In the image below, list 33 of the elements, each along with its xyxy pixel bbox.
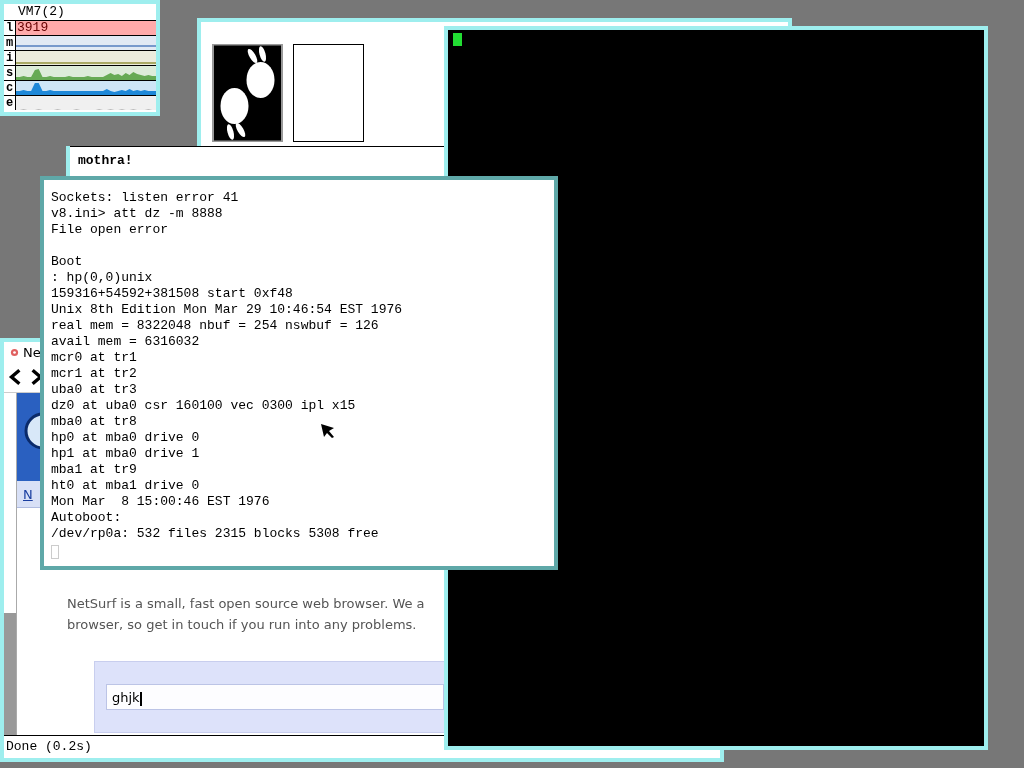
text-cursor xyxy=(453,33,462,46)
console-line: mba1 at tr9 xyxy=(51,462,137,478)
reading-value: 3919 xyxy=(17,21,49,35)
scrollbar[interactable] xyxy=(4,393,17,735)
console-line: Autoboot: xyxy=(51,510,122,526)
text-cursor xyxy=(51,545,59,559)
console-line: hp1 at mba0 drive 1 xyxy=(51,446,200,462)
console-line: mba0 at tr8 xyxy=(51,414,137,430)
console-line: File open error xyxy=(51,222,169,238)
pointer-icon xyxy=(320,423,336,439)
favicon-icon xyxy=(10,347,19,357)
console-line: uba0 at tr3 xyxy=(51,382,137,398)
console-line: Boot xyxy=(51,254,83,270)
console-line: : hp(0,0)unix xyxy=(51,270,153,286)
console-line: Unix 8th Edition Mon Mar 29 10:46:54 EST 1976 xyxy=(51,302,403,318)
scroll-thumb[interactable] xyxy=(4,613,16,735)
console-line: 159316+54592+381508 start 0xf48 xyxy=(51,286,293,302)
console-line: mcr0 at tr1 xyxy=(51,350,137,366)
console-line: ht0 at mba1 drive 0 xyxy=(51,478,200,494)
console-line: real mem = 8322048 nbuf = 254 nswbuf = 126 xyxy=(51,318,379,334)
console-line: hp0 at mba0 drive 0 xyxy=(51,430,200,446)
text-caret xyxy=(139,691,142,706)
console-line: v8.ini> att dz -m 8888 xyxy=(51,206,223,222)
intro-paragraph: NetSurf is a small, fast open source web browser. We a browser, so get in touch if you run into any problems. xyxy=(67,595,426,634)
console-line: dz0 at uba0 csr 160100 vec 0300 ipl x15 xyxy=(51,398,356,414)
tab-title[interactable]: Ne xyxy=(23,344,41,360)
console-line: Mon Mar 8 15:00:46 EST 1976 xyxy=(51,494,270,510)
console-line: avail mem = 6316032 xyxy=(51,334,200,350)
nav-link[interactable]: N xyxy=(23,486,33,502)
console-line: mcr1 at tr2 xyxy=(51,366,137,382)
search-field[interactable]: ghjk xyxy=(106,684,444,710)
console-line: /dev/rp0a: 532 files 2315 blocks 5308 free xyxy=(51,526,379,542)
console-line: Sockets: listen error 41 xyxy=(51,190,239,206)
